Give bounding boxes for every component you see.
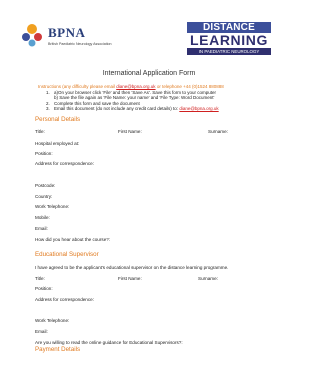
instruction-text: a)On your browser click 'File' and then … <box>54 89 217 95</box>
supervisor-work-phone-field[interactable]: Work Telephone: <box>35 318 69 323</box>
hear-about-course-field[interactable]: How did you hear about the course?: <box>35 237 110 242</box>
instructions-suffix: or telephone +44 (0)1524 880888 <box>155 84 224 89</box>
personal-position-field[interactable]: Position: <box>35 151 53 156</box>
instruction-text: Complete this form and save the document <box>54 100 140 106</box>
personal-title-field[interactable]: Title: <box>35 129 45 134</box>
instruction-item: 3. Email this document (do not include an… <box>46 106 219 112</box>
contact-email-link[interactable]: diane@bpna.org.uk <box>116 84 155 89</box>
supervisor-surname-field[interactable]: Surname: <box>198 276 218 281</box>
personal-first-name-field[interactable]: First Name: <box>118 129 142 134</box>
supervisor-position-field[interactable]: Position: <box>35 286 53 291</box>
personal-details-heading: Personal Details <box>35 116 81 123</box>
supervisor-intro: I have agreed to be the applicant's educ… <box>35 265 229 270</box>
supervisor-title-field[interactable]: Title: <box>35 276 45 281</box>
bpna-subtitle: British Paediatric Neurology Association <box>48 42 112 46</box>
application-form-page: BPNA British Paediatric Neurology Associ… <box>0 0 298 386</box>
instruction-text: b) Save the file again as 'File Name: yo… <box>54 95 215 100</box>
payment-details-heading: Payment Details <box>35 346 81 353</box>
personal-address-field[interactable]: Address for correspondence: <box>35 161 94 166</box>
dl-line-learning: LEARNING <box>190 32 268 48</box>
mobile-field[interactable]: Mobile: <box>35 215 50 220</box>
educational-supervisor-heading: Educational Supervisor <box>35 251 99 258</box>
bpna-logo: BPNA British Paediatric Neurology Associ… <box>20 22 140 52</box>
guidance-field[interactable]: Are you willing to read the online guida… <box>35 340 183 345</box>
personal-surname-field[interactable]: Surname: <box>208 129 228 134</box>
supervisor-email-field[interactable]: Email: <box>35 329 48 334</box>
postcode-field[interactable]: Postcode: <box>35 183 55 188</box>
supervisor-first-name-field[interactable]: First Name: <box>118 276 142 281</box>
submit-email-link[interactable]: diane@bpna.org.uk <box>179 106 218 111</box>
personal-work-phone-field[interactable]: Work Telephone: <box>35 204 69 209</box>
hospital-field[interactable]: Hospital employed at: <box>35 141 79 146</box>
dl-line-paediatric: IN PAEDIATRIC NEUROLOGY <box>187 48 271 55</box>
instruction-number: 3. <box>46 106 50 111</box>
supervisor-address-field[interactable]: Address for correspondence: <box>35 297 94 302</box>
distance-learning-logo: DISTANCE LEARNING IN PAEDIATRIC NEUROLOG… <box>187 22 271 56</box>
country-field[interactable]: Country: <box>35 194 52 199</box>
bpna-mark-icon <box>22 24 42 47</box>
personal-email-field[interactable]: Email: <box>35 226 48 231</box>
instructions-prefix: Instructions (any difficulty please emai… <box>38 84 117 89</box>
instruction-text: Email this document (do not include any … <box>54 106 180 111</box>
form-title: International Application Form <box>102 70 196 77</box>
bpna-name: BPNA <box>48 25 86 40</box>
